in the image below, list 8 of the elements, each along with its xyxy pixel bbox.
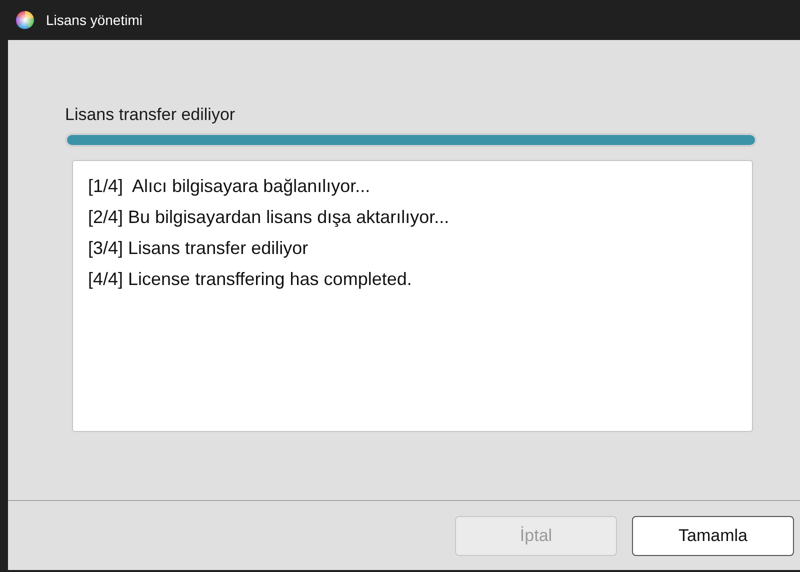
log-line: [2/4] Bu bilgisayardan lisans dışa aktarılıyor... bbox=[88, 206, 450, 229]
dialog-button[interactable]: Tamamla bbox=[632, 516, 794, 556]
log-line: [3/4] Lisans transfer ediliyor bbox=[88, 237, 310, 260]
log-line: [4/4] License transffering has completed. bbox=[88, 268, 413, 291]
progress-label: Lisans transfer ediliyor bbox=[65, 104, 236, 126]
window-title: Lisans yönetimi bbox=[46, 10, 142, 30]
log-line: [1/4] Alıcı bilgisayara bağlanılıyor... bbox=[88, 175, 372, 198]
color-wheel-icon bbox=[16, 11, 34, 29]
